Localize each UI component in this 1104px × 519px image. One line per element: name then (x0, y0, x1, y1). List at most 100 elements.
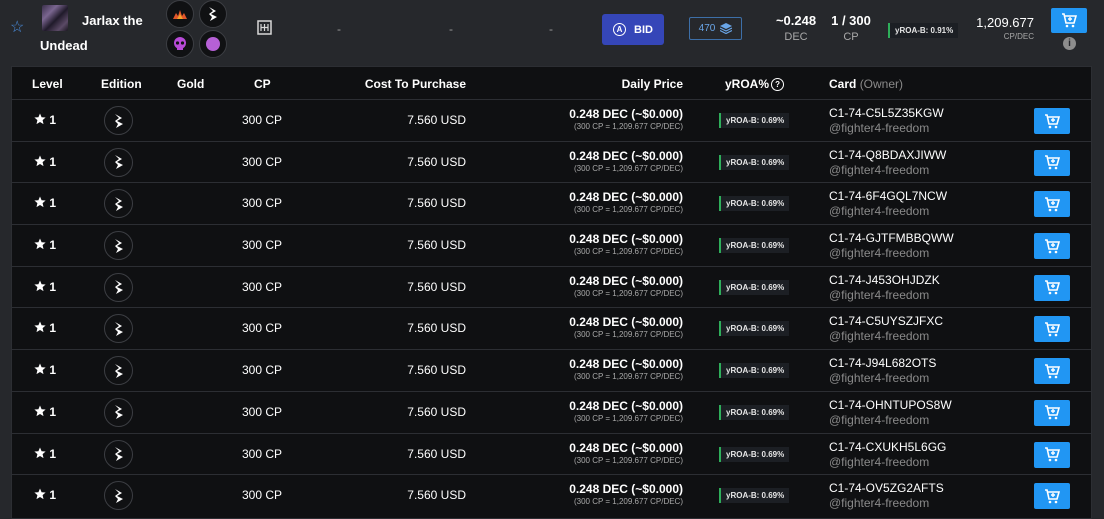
cart-icon (1045, 280, 1060, 295)
add-to-cart-button[interactable] (1034, 441, 1070, 468)
daily-price-cell: 0.248 DEC (~$0.000) (300 CP = 1,209.677 … (452, 232, 683, 256)
star-icon (34, 447, 46, 458)
yroa-cell: yROA-B: 0.69% (719, 320, 790, 337)
header-card-label: Card (829, 77, 857, 91)
bid-button[interactable]: A BID (602, 14, 664, 45)
daily-price: 0.248 DEC (~$0.000) (569, 107, 683, 121)
yroa-badge: yROA-B: 0.69% (719, 446, 790, 462)
add-to-cart-button[interactable] (1051, 8, 1087, 33)
header-gold[interactable]: Gold (177, 77, 204, 91)
card-owner[interactable]: @fighter4-freedom (829, 371, 936, 385)
cart-icon (1045, 238, 1060, 253)
level-value: 1 (49, 446, 57, 461)
add-to-cart-button[interactable] (1034, 316, 1070, 343)
buy-cell (1034, 191, 1070, 218)
card-id[interactable]: C1-74-6F4GQL7NCW (829, 189, 947, 203)
header-edition[interactable]: Edition (101, 77, 142, 91)
edition-icon (104, 314, 133, 344)
header-yroa[interactable]: yROA%? (725, 77, 785, 92)
edition-cell (104, 314, 133, 344)
dec-value: ~0.248 (775, 13, 817, 28)
table-row: 1 300 CP 7.560 USD 0.248 DEC (~$0.000) (… (12, 349, 1091, 391)
card-owner[interactable]: @fighter4-freedom (829, 204, 947, 218)
cp-label: CP (843, 31, 859, 43)
cp-cell: 300 CP (241, 238, 282, 253)
edition-icon (104, 189, 133, 219)
card-owner[interactable]: @fighter4-freedom (829, 288, 940, 302)
cart-icon (1045, 197, 1060, 212)
map-icon[interactable] (257, 20, 272, 40)
stack-count-button[interactable]: 470 (689, 17, 742, 40)
card-cell: C1-74-J94L682OTS @fighter4-freedom (829, 356, 936, 385)
yroa-badge: yROA-B: 0.69% (719, 154, 790, 170)
stack-icon (720, 23, 733, 34)
card-owner[interactable]: @fighter4-freedom (829, 496, 944, 510)
card-owner[interactable]: @fighter4-freedom (829, 413, 952, 427)
edition-icon (104, 147, 133, 177)
level-value: 1 (49, 321, 57, 336)
header-daily-price[interactable]: Daily Price (572, 77, 683, 91)
card-owner[interactable]: @fighter4-freedom (829, 455, 946, 469)
placeholder-dash: - (337, 22, 341, 36)
cp-cell: 300 CP (241, 113, 282, 127)
table-row: 1 300 CP 7.560 USD 0.248 DEC (~$0.000) (… (12, 224, 1091, 266)
card-id[interactable]: C1-74-CXUKH5L6GG (829, 440, 946, 454)
buy-cell (1034, 274, 1070, 301)
add-to-cart-button[interactable] (1034, 399, 1070, 426)
info-icon[interactable]: i (1063, 37, 1076, 50)
card-cell: C1-74-C5UYSZJFXC @fighter4-freedom (829, 314, 943, 343)
placeholder-dash: - (549, 22, 553, 36)
yroa-badge: yROA-B: 0.69% (719, 404, 790, 420)
favorite-star-icon[interactable]: ☆ (10, 20, 24, 36)
header-cp[interactable]: CP (254, 77, 271, 91)
buy-cell (1034, 399, 1070, 426)
cost-cell: 7.560 USD (407, 446, 466, 461)
card-owner[interactable]: @fighter4-freedom (829, 121, 944, 135)
card-cell: C1-74-Q8BDAXJIWW @fighter4-freedom (829, 148, 946, 177)
card-cell: C1-74-GJTFMBBQWW @fighter4-freedom (829, 231, 954, 260)
card-id[interactable]: C1-74-Q8BDAXJIWW (829, 148, 946, 162)
level-value: 1 (49, 196, 57, 211)
yroa-cell: yROA-B: 0.69% (719, 112, 790, 128)
dec-label: DEC (784, 31, 808, 43)
card-id[interactable]: C1-74-C5L5Z35KGW (829, 106, 944, 120)
cp-cell: 300 CP (241, 488, 282, 503)
daily-price: 0.248 DEC (~$0.000) (569, 232, 683, 247)
card-id[interactable]: C1-74-GJTFMBBQWW (829, 231, 954, 245)
add-to-cart-button[interactable] (1034, 149, 1070, 176)
buy-cell (1034, 483, 1070, 510)
add-to-cart-button[interactable] (1034, 483, 1070, 510)
cp-stat: 1 / 300 CP (825, 13, 877, 43)
add-to-cart-button[interactable] (1034, 358, 1070, 385)
card-id[interactable]: C1-74-OHNTUPOS8W (829, 398, 952, 412)
daily-price-detail: (300 CP = 1,209.677 CP/DEC) (573, 330, 683, 340)
edition-icon (104, 231, 133, 261)
card-owner[interactable]: @fighter4-freedom (829, 329, 943, 343)
card-id[interactable]: C1-74-J94L682OTS (829, 356, 936, 370)
header-cost[interactable]: Cost To Purchase (342, 77, 466, 91)
header-level[interactable]: Level (32, 77, 63, 91)
card-owner[interactable]: @fighter4-freedom (829, 246, 954, 260)
card-id[interactable]: C1-74-J453OHJDZK (829, 273, 940, 287)
help-icon[interactable]: ? (771, 78, 785, 92)
add-to-cart-button[interactable] (1034, 233, 1070, 260)
yroa-badge: yROA-B: 0.69% (719, 113, 790, 128)
edition-cell (104, 147, 133, 177)
edition-icon (104, 481, 133, 511)
daily-price-detail: (300 CP = 1,209.677 CP/DEC) (573, 497, 683, 507)
star-icon (34, 155, 46, 166)
card-id[interactable]: C1-74-C5UYSZJFXC (829, 314, 943, 328)
add-to-cart-button[interactable] (1034, 108, 1070, 134)
daily-price-cell: 0.248 DEC (~$0.000) (300 CP = 1,209.677 … (452, 107, 683, 131)
daily-price-detail: (300 CP = 1,209.677 CP/DEC) (573, 455, 683, 465)
daily-price: 0.248 DEC (~$0.000) (569, 190, 683, 205)
card-id[interactable]: C1-74-OV5ZG2AFTS (829, 481, 944, 495)
star-icon (34, 238, 46, 250)
buy-cell (1034, 233, 1070, 260)
daily-price-detail: (300 CP = 1,209.677 CP/DEC) (573, 122, 683, 131)
level-value: 1 (49, 238, 57, 253)
add-to-cart-button[interactable] (1034, 191, 1070, 218)
header-card[interactable]: Card (Owner) (829, 77, 903, 91)
card-owner[interactable]: @fighter4-freedom (829, 163, 946, 177)
add-to-cart-button[interactable] (1034, 274, 1070, 301)
